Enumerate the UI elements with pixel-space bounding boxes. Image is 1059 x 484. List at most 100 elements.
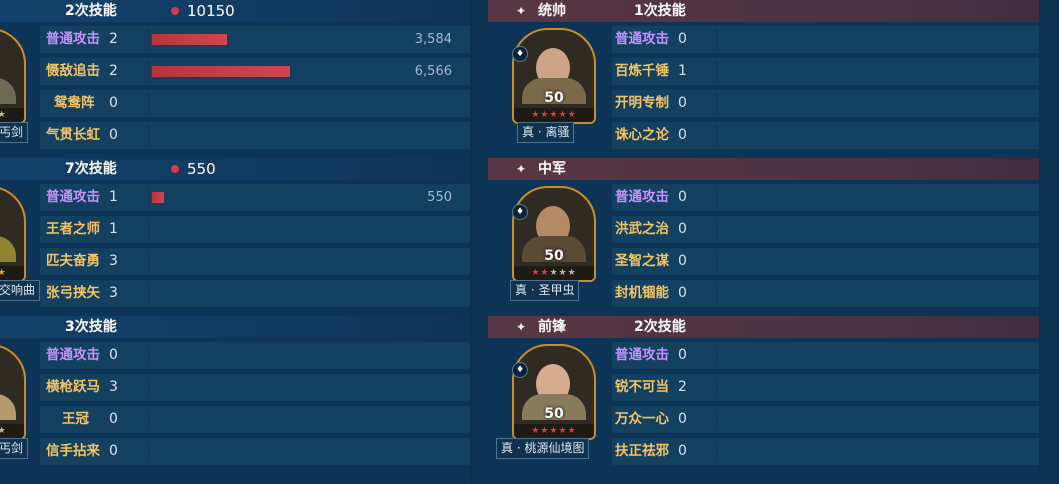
skill-name: 慑敌追击 [46, 63, 100, 79]
damage-bar [152, 192, 164, 203]
skill-row-background [612, 248, 1039, 275]
skill-count: 0 [678, 285, 687, 301]
skill-count: 0 [109, 411, 118, 427]
skill-name: 圣智之谋 [615, 253, 669, 269]
skill-row-background [40, 406, 470, 433]
row-divider [148, 377, 149, 398]
skill-count: 2 [109, 31, 118, 47]
skill-row: 张弓挟矢 3 [0, 278, 470, 309]
skill-row: 匹夫奋勇 3 [0, 246, 470, 277]
skill-row: 慑敌追击 2 6,566 [0, 56, 470, 87]
skill-count: 1 [109, 189, 118, 205]
star-icon: ✦ [516, 320, 527, 334]
skill-name: 匹夫奋勇 [46, 253, 100, 269]
skill-row-background [612, 438, 1039, 465]
skill-row: 洪武之治 0 [488, 214, 1039, 245]
skill-row-background [612, 122, 1039, 149]
skill-row: 普通攻击 0 [0, 340, 470, 371]
total-damage: 10150 [187, 2, 235, 20]
skill-row-background [40, 438, 470, 465]
damage-dot-icon [171, 7, 179, 15]
right-team-panel: ✦ 统帅 1次技能 50 ★★★★★ ♦ 真 · 离骚 普通攻击 0 百炼千锤 … [488, 0, 1039, 484]
section-header: ✦ 统帅 1次技能 [488, 0, 1039, 22]
skill-row: 普通攻击 2 3,584 [0, 24, 470, 55]
skill-row-background [612, 216, 1039, 243]
skill-count: 0 [678, 347, 687, 363]
row-divider [716, 61, 717, 82]
skill-row-background [612, 26, 1039, 53]
left-general-section-2: 7次技能 550 ★★★★★ 交响曲 普通攻击 1 550 王者之师 1 匹夫奋… [0, 158, 470, 315]
row-divider [716, 251, 717, 272]
skill-name: 锐不可当 [615, 379, 669, 395]
skill-name: 扶正祛邪 [615, 443, 669, 459]
skill-name: 封机锢能 [615, 285, 669, 301]
skill-row: 气贯长虹 0 [0, 120, 470, 151]
skill-name: 鸳鸯阵 [54, 95, 95, 111]
skill-name: 普通攻击 [46, 347, 100, 363]
row-divider [148, 409, 149, 430]
skill-count-label: 7次技能 [65, 161, 117, 177]
skill-count: 0 [678, 31, 687, 47]
skill-row-background [40, 374, 470, 401]
row-divider [716, 219, 717, 240]
section-header: 7次技能 550 [0, 158, 470, 180]
skill-row-background [612, 90, 1039, 117]
skill-row-background [612, 280, 1039, 307]
skill-row: 横枪跃马 3 [0, 372, 470, 403]
row-divider [148, 251, 149, 272]
skill-row: 诛心之论 0 [488, 120, 1039, 151]
skill-row: 万众一心 0 [488, 404, 1039, 435]
row-divider [148, 61, 149, 82]
skill-damage: 6,566 [414, 64, 452, 79]
skill-count-label: 2次技能 [65, 3, 117, 19]
row-divider [716, 409, 717, 430]
skill-count: 0 [109, 95, 118, 111]
skill-count: 2 [678, 379, 687, 395]
skill-row: 王者之师 1 [0, 214, 470, 245]
skill-row: 王冠 0 [0, 404, 470, 435]
skill-count: 0 [109, 127, 118, 143]
skill-count: 3 [109, 379, 118, 395]
row-divider [716, 93, 717, 114]
skill-name: 普通攻击 [46, 189, 100, 205]
skill-count: 1 [678, 63, 687, 79]
skill-row: 鸳鸯阵 0 [0, 88, 470, 119]
skill-row-background [40, 26, 470, 53]
skill-row: 普通攻击 0 [488, 182, 1039, 213]
skill-row-background [40, 248, 470, 275]
skill-row-background [612, 58, 1039, 85]
left-team-panel: 2次技能 10150 ★★★★★ 丐剑 普通攻击 2 3,584 慑敌追击 2 … [0, 0, 470, 484]
star-icon: ✦ [516, 162, 527, 176]
skill-row-background [40, 280, 470, 307]
skill-count-label: 2次技能 [634, 319, 686, 335]
skill-row: 圣智之谋 0 [488, 246, 1039, 277]
skill-name: 万众一心 [615, 411, 669, 427]
right-general-section-1: ✦ 统帅 1次技能 50 ★★★★★ ♦ 真 · 离骚 普通攻击 0 百炼千锤 … [488, 0, 1039, 157]
star-icon: ✦ [516, 4, 527, 18]
skill-count-label: 3次技能 [65, 319, 117, 335]
right-general-section-3: ✦ 前锋 2次技能 50 ★★★★★ ♦ 真 · 桃源仙境图 普通攻击 0 锐不… [488, 316, 1039, 473]
skill-row-background [40, 122, 470, 149]
skill-count: 0 [678, 189, 687, 205]
row-divider [716, 345, 717, 366]
skill-count: 0 [678, 127, 687, 143]
skill-count: 1 [109, 221, 118, 237]
skill-row: 普通攻击 1 550 [0, 182, 470, 213]
role-label: 中军 [538, 161, 566, 177]
skill-name: 普通攻击 [615, 31, 669, 47]
damage-bar [152, 34, 227, 45]
skill-count: 2 [109, 63, 118, 79]
skill-name: 开明专制 [615, 95, 669, 111]
row-divider [148, 441, 149, 462]
skill-count: 0 [109, 347, 118, 363]
damage-bar [152, 66, 290, 77]
row-divider [148, 219, 149, 240]
skill-row: 封机锢能 0 [488, 278, 1039, 309]
role-label: 统帅 [538, 3, 566, 19]
skill-count: 0 [678, 253, 687, 269]
left-general-section-3: 3次技能 ★★★★★ 丐剑 普通攻击 0 横枪跃马 3 王冠 0 信手拈来 0 [0, 316, 470, 473]
skill-row: 锐不可当 2 [488, 372, 1039, 403]
left-general-section-1: 2次技能 10150 ★★★★★ 丐剑 普通攻击 2 3,584 慑敌追击 2 … [0, 0, 470, 157]
skill-count: 0 [678, 221, 687, 237]
skill-row: 信手拈来 0 [0, 436, 470, 467]
